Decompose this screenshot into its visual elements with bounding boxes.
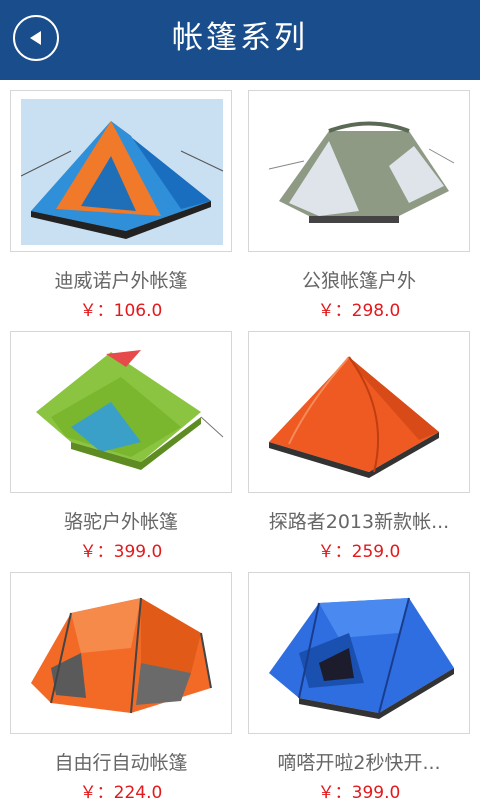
tent-image (269, 597, 454, 719)
product-image[interactable] (10, 331, 232, 493)
product-price: ￥：106.0 (79, 301, 163, 321)
product-name[interactable]: 骆驼户外帐篷 (10, 507, 232, 534)
product-image[interactable] (10, 572, 232, 734)
product-name[interactable]: 自由行自动帐篷 (10, 748, 232, 775)
product-price: ￥：399.0 (317, 783, 401, 803)
product-price: ￥：259.0 (317, 542, 401, 562)
product-name[interactable]: 嘀嗒开啦2秒快开... (248, 748, 470, 775)
product-image[interactable] (248, 90, 470, 252)
product-name[interactable]: 迪威诺户外帐篷 (10, 266, 232, 293)
header-bar: 帐篷系列 (0, 0, 480, 80)
product-grid: 迪威诺户外帐篷 ￥：106.0 公狼帐篷户外 ￥：298.0 骆驼户外帐篷 ￥：… (0, 80, 480, 803)
product-price: ￥：298.0 (317, 301, 401, 321)
tent-image (36, 350, 224, 470)
tent-image (20, 99, 224, 245)
product-name[interactable]: 公狼帐篷户外 (248, 266, 470, 293)
product-image[interactable] (248, 331, 470, 493)
tent-image (269, 356, 439, 478)
product-image[interactable] (10, 90, 232, 252)
tent-image (31, 597, 212, 714)
product-price: ￥：399.0 (79, 542, 163, 562)
product-name[interactable]: 探路者2013新款帐... (248, 507, 470, 534)
product-price: ￥：224.0 (79, 783, 163, 803)
product-image[interactable] (248, 572, 470, 734)
page-title: 帐篷系列 (172, 20, 308, 56)
tent-image (268, 121, 455, 223)
